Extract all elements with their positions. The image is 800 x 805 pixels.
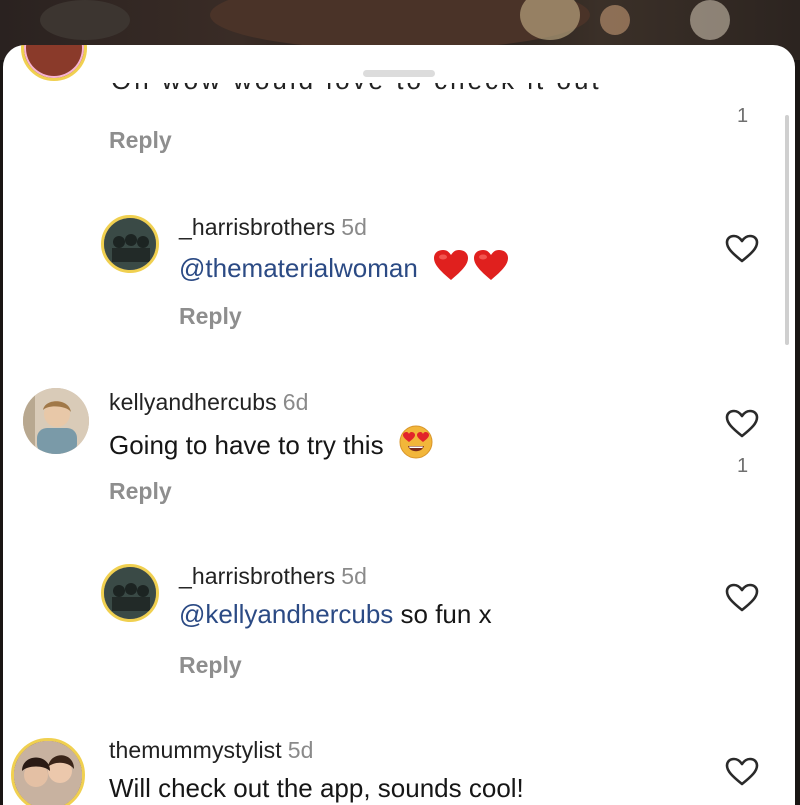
video-background-shape — [600, 5, 630, 35]
mention-link[interactable]: @kellyandhercubs — [179, 599, 393, 629]
comment-text: @thematerialwoman — [179, 250, 509, 289]
comment-body: Going to have to try this — [109, 430, 384, 460]
comment-text: Going to have to try this — [109, 425, 433, 466]
username-text[interactable]: _harrisbrothers — [179, 214, 335, 240]
comment-age: 5d — [341, 563, 367, 589]
like-heart-icon[interactable] — [725, 757, 759, 787]
like-heart-icon[interactable] — [725, 409, 759, 439]
comment-text: @kellyandhercubs so fun x — [179, 599, 492, 630]
avatar[interactable] — [101, 564, 159, 622]
like-heart-icon[interactable] — [725, 234, 759, 264]
comment-body: so fun x — [393, 599, 492, 629]
avatar[interactable] — [11, 738, 85, 805]
heart-eyes-emoji — [399, 425, 433, 466]
scrollbar[interactable] — [785, 115, 789, 345]
avatar-image — [104, 567, 156, 619]
mention-link[interactable]: @thematerialwoman — [179, 253, 418, 283]
avatar[interactable] — [21, 45, 87, 81]
comment-username[interactable]: _harrisbrothers 5d — [179, 214, 367, 241]
comment-username[interactable]: kellyandhercubs 6d — [109, 389, 309, 416]
video-background-shape — [690, 0, 730, 40]
avatar[interactable] — [23, 388, 89, 454]
reply-button[interactable]: Reply — [109, 478, 172, 505]
comment-body: Will check out the app, sounds cool! — [109, 773, 524, 803]
red-heart-emoji — [433, 250, 469, 289]
reply-button[interactable]: Reply — [179, 303, 242, 330]
comment-age: 6d — [282, 389, 309, 415]
avatar-image — [14, 741, 82, 805]
comment-username[interactable]: _harrisbrothers 5d — [179, 563, 367, 590]
reply-button[interactable]: Reply — [109, 127, 172, 154]
avatar-image — [23, 388, 89, 454]
avatar[interactable] — [101, 215, 159, 273]
reply-button[interactable]: Reply — [179, 652, 242, 679]
username-text[interactable]: kellyandhercubs — [109, 389, 277, 415]
sheet-drag-handle[interactable] — [363, 70, 435, 77]
comment-age: 5d — [287, 737, 314, 763]
comment-age: 5d — [341, 214, 367, 240]
username-text[interactable]: themummystylist — [109, 737, 282, 763]
avatar-image — [104, 218, 156, 270]
comment-username[interactable]: themummystylist 5d — [109, 737, 314, 764]
like-heart-icon[interactable] — [725, 583, 759, 613]
video-background-shape — [40, 0, 130, 40]
like-count: 1 — [737, 455, 749, 477]
comment-text: Will check out the app, sounds cool! — [109, 773, 524, 804]
comments-sheet: Oh wow would love to check it out Reply … — [3, 45, 795, 805]
comment-text: Oh wow would love to check it out — [111, 83, 602, 97]
red-heart-emoji — [473, 250, 509, 289]
like-count: 1 — [737, 105, 749, 127]
username-text[interactable]: _harrisbrothers — [179, 563, 335, 589]
